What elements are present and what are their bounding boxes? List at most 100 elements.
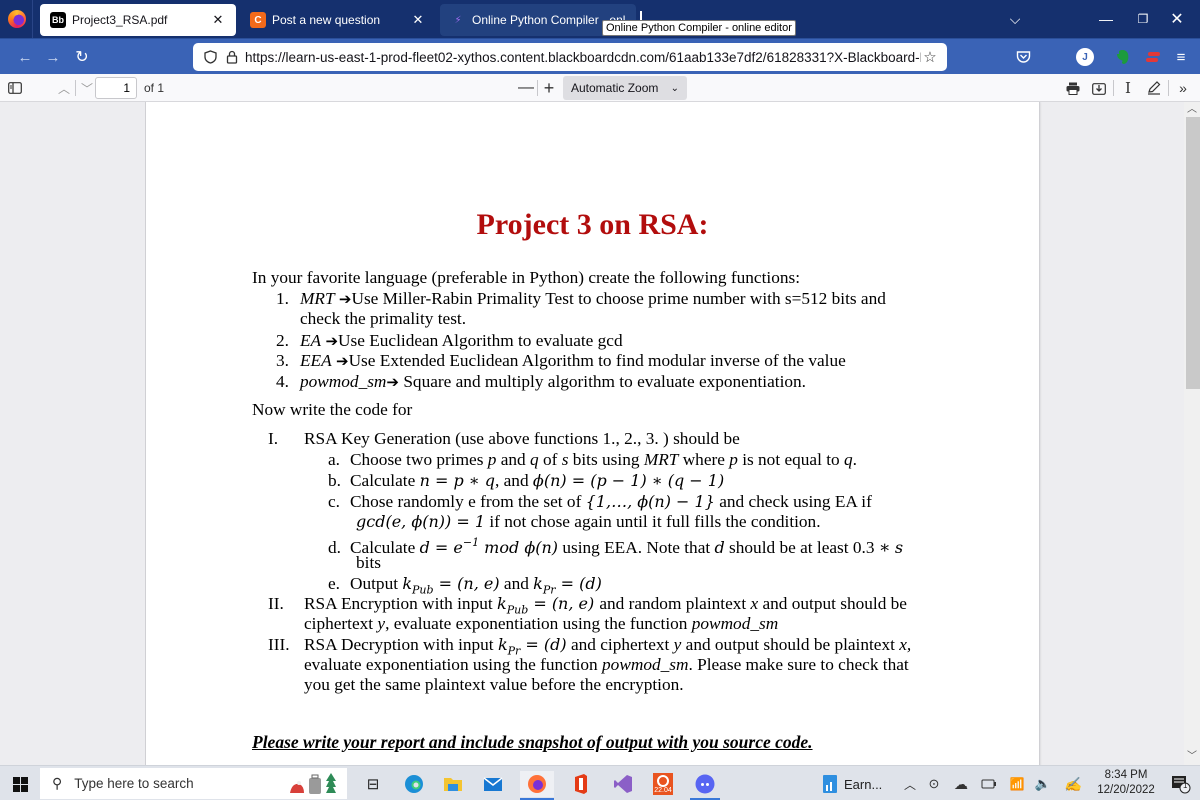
intro-text: In your favorite language (preferable in… (252, 268, 801, 287)
tools-overflow-icon[interactable]: » (1172, 77, 1194, 99)
taskbar-search-box[interactable]: ⚲ Type here to search (40, 768, 347, 799)
evernote-extension-icon[interactable] (1114, 48, 1132, 66)
navigation-bar: ← → ↻ https://learn-us-east-1-prod-fleet… (0, 38, 1200, 74)
visual-studio-icon[interactable] (608, 771, 638, 797)
now-write-text: Now write the code for (252, 400, 413, 419)
save-download-icon[interactable] (1089, 77, 1109, 99)
tab-post-question[interactable]: C Post a new question ✕ (240, 4, 436, 36)
pdf-toolbar: ︿ ﹀ of 1 — + Automatic Zoom ⌄ I » (0, 74, 1200, 102)
wifi-icon[interactable]: 📶 (1006, 771, 1028, 797)
pdf-page: Project 3 on RSA: In your favorite langu… (146, 102, 1039, 765)
ubuntu-icon[interactable]: 22.04 (648, 771, 678, 797)
search-icon: ⚲ (52, 775, 63, 791)
windows-start-icon[interactable] (10, 771, 30, 797)
zoom-out-icon[interactable]: — (517, 77, 535, 99)
pen-workspace-icon[interactable]: ✍ (1062, 771, 1084, 797)
zoom-select[interactable]: Automatic Zoom ⌄ (563, 76, 687, 100)
show-hidden-icons-icon[interactable]: ︿ (900, 771, 920, 797)
draw-pen-icon[interactable] (1144, 77, 1164, 99)
reload-icon[interactable]: ↻ (69, 45, 95, 69)
close-window-icon[interactable]: ✕ (1154, 0, 1200, 38)
task-view-icon[interactable]: ⊟ (358, 771, 388, 797)
keygen-step: a. Choose two primes p and q of s bits us… (328, 450, 857, 469)
page-total-label: of 1 (144, 81, 165, 95)
discord-icon[interactable] (688, 771, 722, 797)
search-placeholder: Type here to search (74, 776, 194, 791)
keygen-step: c. Chose randomly e from the set of {1,…,… (328, 492, 872, 511)
divider (1168, 80, 1169, 96)
blackboard-favicon-icon: Bb (50, 12, 66, 28)
scrollbar-thumb[interactable] (1186, 117, 1200, 389)
forward-icon[interactable]: → (40, 45, 66, 69)
function-item: 3. EEA ➔Use Extended Euclidean Algorithm … (276, 351, 846, 370)
volume-icon[interactable]: 🔈 (1032, 771, 1054, 797)
next-page-icon[interactable]: ﹀ (78, 77, 96, 99)
extension-red-icon[interactable] (1144, 48, 1162, 66)
file-explorer-icon[interactable] (438, 771, 468, 797)
windows-taskbar: ⚲ Type here to search ⊟ 22.04 Earn... ︿ … (0, 765, 1200, 800)
bolt-favicon-icon: ⚡ (454, 14, 462, 26)
arrow-right-icon: ➔ (336, 352, 349, 370)
divider (537, 80, 538, 96)
url-text[interactable]: https://learn-us-east-1-prod-fleet02-xyt… (245, 50, 921, 65)
scroll-up-icon[interactable]: ︿ (1184, 103, 1200, 117)
edge-browser-icon[interactable] (399, 771, 429, 797)
system-clock[interactable]: 8:34 PM 12/20/2022 (1090, 768, 1162, 798)
firefox-logo-icon[interactable] (8, 10, 26, 28)
divider (1113, 80, 1114, 96)
clock-date: 12/20/2022 (1097, 784, 1155, 796)
shield-icon[interactable] (201, 50, 219, 64)
back-icon[interactable]: ← (12, 45, 38, 69)
arrow-right-icon: ➔ (386, 373, 399, 391)
chevron-down-icon: ⌄ (670, 82, 679, 94)
app-menu-icon[interactable]: ≡ (1172, 48, 1190, 66)
scroll-down-icon[interactable]: ﹀ (1184, 750, 1200, 764)
print-icon[interactable] (1063, 77, 1083, 99)
close-tab-icon[interactable]: ✕ (410, 12, 426, 28)
section-item-continuation: you get the same plaintext value before … (304, 675, 684, 694)
divider (32, 0, 33, 38)
keygen-step: d. Calculate d = e−1 mod ϕ(n) using EEA. … (328, 536, 904, 557)
list-all-tabs-icon[interactable]: ⌵ (992, 0, 1038, 38)
tab-strip: Bb Project3_RSA.pdf ✕ C Post a new quest… (0, 0, 1200, 38)
battery-icon[interactable] (978, 771, 1000, 797)
firefox-taskbar-icon[interactable] (520, 771, 554, 797)
zoom-select-value: Automatic Zoom (571, 81, 659, 95)
vertical-scrollbar[interactable]: ︿ ﹀ (1184, 102, 1200, 765)
mail-icon[interactable] (478, 771, 508, 797)
previous-page-icon[interactable]: ︿ (55, 77, 73, 99)
text-tool-icon[interactable]: I (1118, 77, 1138, 99)
tab-title: Post a new question (272, 13, 381, 27)
page-number-input[interactable] (95, 77, 137, 99)
pdf-viewer: Project 3 on RSA: In your favorite langu… (0, 102, 1184, 765)
ubuntu-version-badge: 22.04 (654, 787, 672, 794)
profile-avatar[interactable]: J (1076, 48, 1094, 66)
close-tab-icon[interactable]: ✕ (210, 12, 226, 28)
office-icon[interactable] (566, 771, 596, 797)
lock-icon[interactable] (223, 50, 241, 64)
keygen-step-continuation: gcd(e, ϕ(n)) = 1 if not chose again unti… (356, 512, 821, 531)
keygen-step: b. Calculate n = p ∗ q, and ϕ(n) = (p − 1… (328, 471, 725, 490)
document-title: Project 3 on RSA: (476, 208, 709, 241)
notification-center-icon[interactable]: 1 (1168, 771, 1194, 797)
url-bar[interactable]: https://learn-us-east-1-prod-fleet02-xyt… (193, 43, 947, 71)
arrow-right-icon: ➔ (338, 290, 352, 308)
tab-tooltip: Online Python Compiler - online editor (602, 20, 796, 36)
meet-now-icon[interactable]: ⊙ (924, 771, 944, 797)
zoom-in-icon[interactable]: + (540, 77, 558, 99)
sidebar-toggle-icon[interactable] (4, 77, 26, 99)
section-item-continuation: ciphertext y, evaluate exponentiation us… (304, 614, 779, 633)
pocket-icon[interactable] (1014, 48, 1032, 66)
function-item: 2. EA ➔Use Euclidean Algorithm to evaluat… (276, 331, 623, 350)
function-item-continuation: check the primality test. (300, 309, 467, 328)
weather-widget[interactable]: Earn... (822, 771, 892, 797)
onedrive-cloud-icon[interactable]: ☁ (950, 771, 972, 797)
keygen-step-continuation: bits (356, 553, 381, 572)
tab-project3-rsa[interactable]: Bb Project3_RSA.pdf ✕ (40, 4, 236, 36)
function-item: 1. MRT ➔Use Miller-Rabin Primality Test t… (276, 289, 886, 308)
weather-label: Earn... (844, 776, 883, 792)
tab-title: Project3_RSA.pdf (72, 13, 168, 27)
notification-count: 1 (1183, 781, 1188, 790)
bookmark-star-icon[interactable]: ☆ (921, 48, 939, 66)
divider (75, 80, 76, 96)
